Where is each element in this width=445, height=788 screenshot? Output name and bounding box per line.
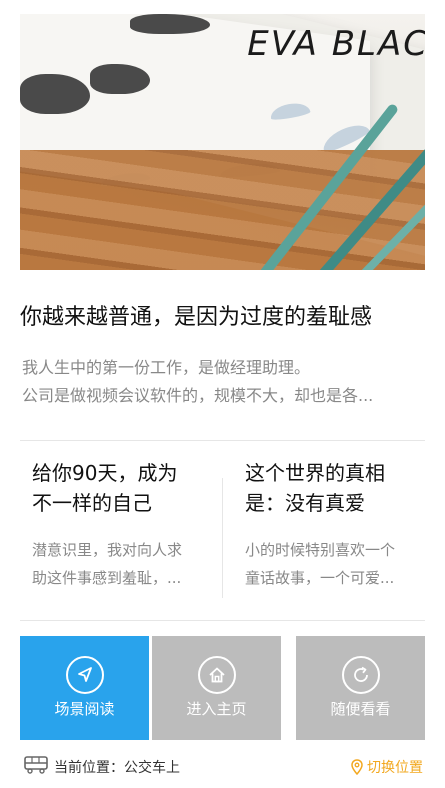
article-card-excerpt: 小的时候特别喜欢一个 童话故事，一个可爱... bbox=[245, 536, 425, 592]
article-card[interactable]: 给你90天，成为 不一样的自己 潜意识里，我对向人求 助这件事感到羞耻，... bbox=[32, 458, 212, 592]
article-card-title-line: 是：没有真爱 bbox=[245, 491, 365, 515]
section-divider bbox=[20, 440, 425, 441]
scene-reading-button[interactable]: 场景阅读 bbox=[20, 636, 149, 740]
article-card-title-line: 不一样的自己 bbox=[32, 491, 152, 515]
feature-article-title[interactable]: 你越来越普通，是因为过度的羞耻感 bbox=[20, 299, 425, 331]
switch-location-label: 切换位置 bbox=[367, 760, 423, 776]
refresh-icon bbox=[342, 656, 380, 694]
article-card-title: 给你90天，成为 不一样的自己 bbox=[32, 458, 212, 518]
article-card-excerpt-line: 潜意识里，我对向人求 bbox=[32, 541, 183, 559]
article-card-excerpt: 潜意识里，我对向人求 助这件事感到羞耻，... bbox=[32, 536, 212, 592]
article-card-excerpt-line: 助这件事感到羞耻，... bbox=[32, 569, 182, 587]
section-divider bbox=[20, 620, 425, 621]
feature-excerpt-line: 我人生中的第一份工作，是做经理助理。 bbox=[22, 358, 311, 377]
ink-stroke bbox=[20, 74, 90, 114]
location-bar: 当前位置：公交车上 切换位置 bbox=[20, 755, 425, 777]
ink-stroke bbox=[130, 14, 210, 34]
article-card[interactable]: 这个世界的真相 是：没有真爱 小的时候特别喜欢一个 童话故事，一个可爱... bbox=[245, 458, 425, 592]
hero-brand-text: EVA BLAC bbox=[247, 24, 425, 64]
feature-excerpt-line: 公司是做视频会议软件的，规模不大，却也是各... bbox=[22, 386, 374, 405]
action-bar: 场景阅读 进入主页 随便看看 bbox=[20, 636, 425, 740]
browse-randomly-button[interactable]: 随便看看 bbox=[296, 636, 425, 740]
action-label: 进入主页 bbox=[186, 700, 247, 718]
article-card-title-line: 给你90天，成为 bbox=[32, 461, 178, 485]
feature-article-excerpt[interactable]: 我人生中的第一份工作，是做经理助理。 公司是做视频会议软件的，规模不大，却也是各… bbox=[22, 354, 422, 410]
location-pin-icon bbox=[351, 759, 363, 779]
ink-stroke bbox=[90, 64, 150, 94]
hero-image[interactable]: EVA BLAC bbox=[20, 14, 425, 270]
home-icon bbox=[198, 656, 236, 694]
bus-icon bbox=[24, 756, 48, 778]
switch-location-button[interactable]: 切换位置 bbox=[351, 757, 423, 779]
article-card-excerpt-line: 小的时候特别喜欢一个 bbox=[245, 541, 396, 559]
column-divider bbox=[222, 478, 223, 598]
enter-homepage-button[interactable]: 进入主页 bbox=[152, 636, 281, 740]
action-label: 场景阅读 bbox=[54, 700, 115, 718]
current-location-label: 当前位置：公交车上 bbox=[54, 760, 180, 776]
action-label: 随便看看 bbox=[330, 700, 391, 718]
wooden-table bbox=[20, 150, 425, 270]
article-card-excerpt-line: 童话故事，一个可爱... bbox=[245, 569, 395, 587]
article-card-title: 这个世界的真相 是：没有真爱 bbox=[245, 458, 425, 518]
navigation-arrow-icon bbox=[66, 656, 104, 694]
article-card-title-line: 这个世界的真相 bbox=[245, 461, 385, 485]
